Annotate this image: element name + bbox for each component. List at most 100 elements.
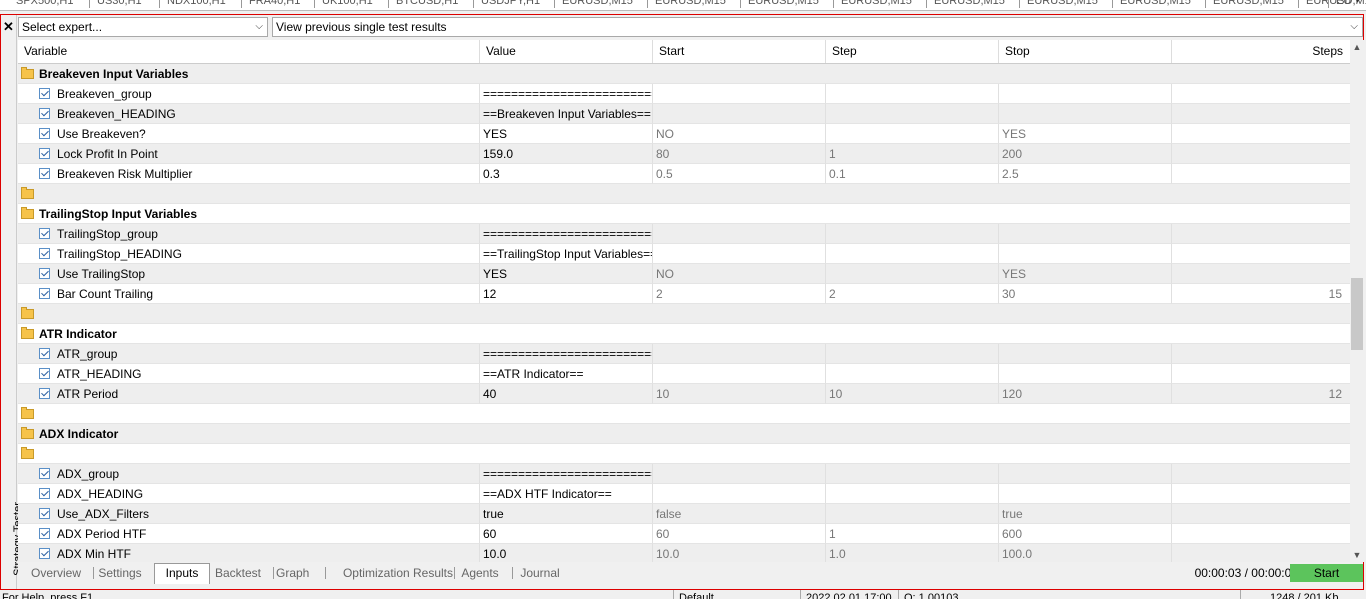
value-cell[interactable]: ========================================… <box>480 464 653 484</box>
stop-cell[interactable]: YES <box>999 124 1172 144</box>
column-step[interactable]: Step <box>826 40 999 63</box>
value-cell[interactable]: ==ATR Indicator== <box>480 364 653 384</box>
steps-cell[interactable] <box>1172 544 1350 562</box>
param-checkbox[interactable] <box>39 508 50 519</box>
steps-cell[interactable] <box>1172 164 1350 184</box>
start-cell[interactable]: NO <box>653 264 826 284</box>
table-row[interactable]: ADX Period HTF 60 60 1 600 <box>18 524 1350 544</box>
table-row[interactable]: ADX_HEADING ==ADX HTF Indicator== <box>18 484 1350 504</box>
stop-cell[interactable] <box>999 344 1172 364</box>
value-cell[interactable]: ========================================… <box>480 224 653 244</box>
steps-cell[interactable] <box>1172 84 1350 104</box>
param-checkbox[interactable] <box>39 148 50 159</box>
stop-cell[interactable] <box>999 484 1172 504</box>
results-select[interactable]: View previous single test results ⌵ <box>272 17 1363 37</box>
group-row[interactable]: ATR Indicator <box>18 324 1350 344</box>
start-cell[interactable] <box>653 344 826 364</box>
table-row[interactable]: Breakeven Risk Multiplier 0.3 0.5 0.1 2.5 <box>18 164 1350 184</box>
value-cell[interactable]: 40 <box>480 384 653 404</box>
start-cell[interactable]: 2 <box>653 284 826 304</box>
column-value[interactable]: Value <box>480 40 653 63</box>
chart-tab[interactable]: SPX500,H1 <box>16 0 73 8</box>
tab-inputs[interactable]: Inputs <box>154 563 210 584</box>
param-checkbox[interactable] <box>39 288 50 299</box>
start-cell[interactable]: 80 <box>653 144 826 164</box>
group-row[interactable]: Breakeven Input Variables <box>18 64 1350 84</box>
table-row[interactable]: TrailingStop_HEADING ==TrailingStop Input… <box>18 244 1350 264</box>
start-cell[interactable]: NO <box>653 124 826 144</box>
value-cell[interactable]: ========================================… <box>480 84 653 104</box>
start-cell[interactable]: false <box>653 504 826 524</box>
step-cell[interactable] <box>826 264 999 284</box>
steps-cell[interactable] <box>1172 484 1350 504</box>
chart-tab[interactable]: EURUSD,M15 <box>841 0 912 8</box>
value-cell[interactable]: 60 <box>480 524 653 544</box>
table-row[interactable]: Use Breakeven? YES NO YES <box>18 124 1350 144</box>
start-cell[interactable] <box>653 364 826 384</box>
tab-backtest[interactable]: Backtest <box>213 564 263 582</box>
value-cell[interactable]: ==TrailingStop Input Variables== <box>480 244 653 264</box>
param-checkbox[interactable] <box>39 168 50 179</box>
steps-cell[interactable] <box>1172 504 1350 524</box>
param-checkbox[interactable] <box>39 108 50 119</box>
start-cell[interactable]: 60 <box>653 524 826 544</box>
close-icon[interactable]: ✕ <box>1 19 16 35</box>
tabs-menu-icon[interactable]: ▾ <box>1355 0 1360 6</box>
vertical-scrollbar[interactable]: ▲ ▼ <box>1350 40 1364 562</box>
tab-journal[interactable]: Journal <box>515 564 565 582</box>
param-checkbox[interactable] <box>39 268 50 279</box>
value-cell[interactable]: ========================================… <box>480 344 653 364</box>
tab-overview[interactable]: Overview <box>26 564 86 582</box>
table-row[interactable]: ATR Period 40 10 10 120 12 <box>18 384 1350 404</box>
step-cell[interactable] <box>826 124 999 144</box>
column-stop[interactable]: Stop <box>999 40 1172 63</box>
stop-cell[interactable]: 120 <box>999 384 1172 404</box>
chart-tab[interactable]: EURUSD,M15 <box>1213 0 1284 8</box>
column-variable[interactable]: Variable <box>18 40 480 63</box>
tab-graph[interactable]: Graph <box>276 564 309 582</box>
table-row[interactable]: ADX Min HTF 10.0 10.0 1.0 100.0 <box>18 544 1350 562</box>
value-cell[interactable]: ==ADX HTF Indicator== <box>480 484 653 504</box>
param-checkbox[interactable] <box>39 488 50 499</box>
chart-tab[interactable]: EURUSD,M15 <box>655 0 726 8</box>
start-cell[interactable] <box>653 84 826 104</box>
value-cell[interactable]: 159.0 <box>480 144 653 164</box>
param-checkbox[interactable] <box>39 128 50 139</box>
start-cell[interactable] <box>653 224 826 244</box>
table-row[interactable]: ADX_group ===============================… <box>18 464 1350 484</box>
stop-cell[interactable] <box>999 104 1172 124</box>
step-cell[interactable]: 2 <box>826 284 999 304</box>
scroll-down-icon[interactable]: ▼ <box>1350 548 1364 562</box>
folder-row[interactable] <box>18 184 1350 204</box>
start-cell[interactable] <box>653 484 826 504</box>
step-cell[interactable]: 10 <box>826 384 999 404</box>
column-start[interactable]: Start <box>653 40 826 63</box>
param-checkbox[interactable] <box>39 388 50 399</box>
group-row[interactable]: ADX Indicator <box>18 424 1350 444</box>
steps-cell[interactable] <box>1172 464 1350 484</box>
table-row[interactable]: Use_ADX_Filters true false true <box>18 504 1350 524</box>
param-checkbox[interactable] <box>39 468 50 479</box>
value-cell[interactable]: 0.3 <box>480 164 653 184</box>
chart-tab[interactable]: EURUSD,M15 <box>1120 0 1191 8</box>
step-cell[interactable]: 1 <box>826 144 999 164</box>
chart-tab[interactable]: UK100,H1 <box>322 0 373 8</box>
tab-optimization-results[interactable]: Optimization Results <box>328 564 468 582</box>
steps-cell[interactable] <box>1172 264 1350 284</box>
start-cell[interactable]: 0.5 <box>653 164 826 184</box>
param-checkbox[interactable] <box>39 368 50 379</box>
value-cell[interactable]: true <box>480 504 653 524</box>
steps-cell[interactable] <box>1172 144 1350 164</box>
step-cell[interactable] <box>826 244 999 264</box>
folder-row[interactable] <box>18 304 1350 324</box>
folder-row[interactable] <box>18 404 1350 424</box>
folder-row[interactable] <box>18 444 1350 464</box>
stop-cell[interactable] <box>999 224 1172 244</box>
table-row[interactable]: Bar Count Trailing 12 2 2 30 15 <box>18 284 1350 304</box>
column-steps[interactable]: Steps <box>1172 40 1350 63</box>
chart-tab[interactable]: USDJPY,H1 <box>481 0 540 8</box>
value-cell[interactable]: ==Breakeven Input Variables== <box>480 104 653 124</box>
scroll-thumb[interactable] <box>1351 278 1363 350</box>
param-checkbox[interactable] <box>39 348 50 359</box>
chart-tab[interactable]: EURUSD,M15 <box>934 0 1005 8</box>
